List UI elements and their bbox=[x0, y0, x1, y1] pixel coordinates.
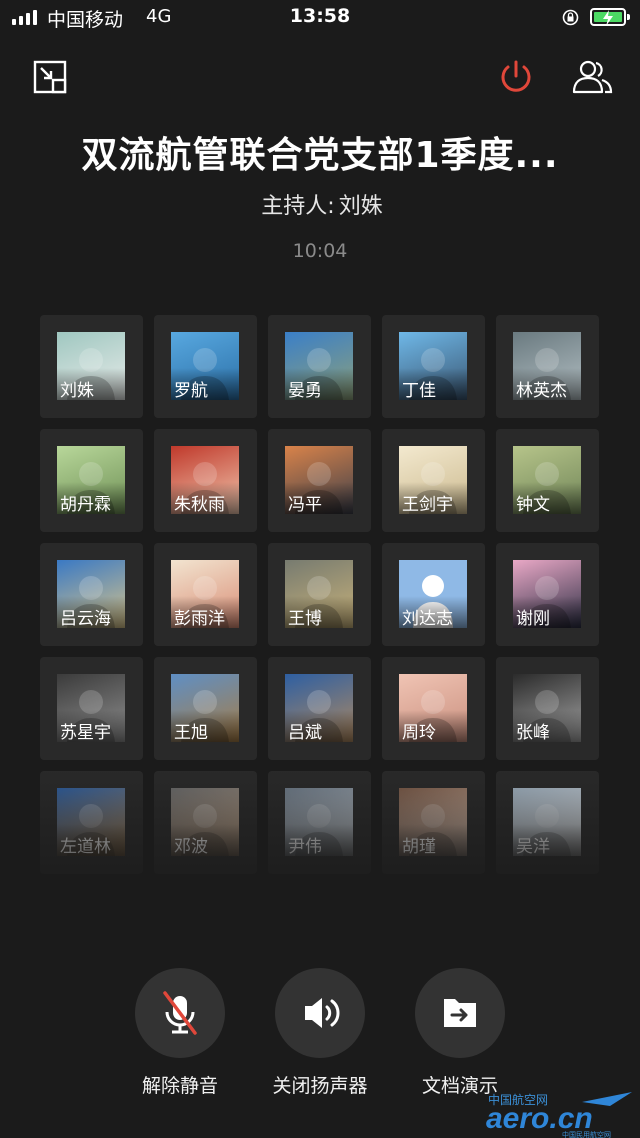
participant-tile[interactable]: 谢刚 bbox=[496, 543, 599, 646]
participant-tile[interactable]: 王博 bbox=[268, 543, 371, 646]
participant-tile[interactable]: 周玲 bbox=[382, 657, 485, 760]
participant-name: 王剑宇 bbox=[402, 495, 453, 515]
participant-name: 冯平 bbox=[288, 495, 322, 515]
participant-tile[interactable]: 苏星宇 bbox=[40, 657, 143, 760]
minimize-window-icon[interactable] bbox=[33, 60, 67, 94]
participant-name: 苏星宇 bbox=[60, 723, 111, 743]
participant-name: 刘姝 bbox=[60, 381, 94, 401]
meeting-host: 主持人: 刘姝 bbox=[0, 188, 640, 220]
folder-share-icon bbox=[444, 999, 476, 1027]
participant-name: 吕云海 bbox=[60, 609, 111, 629]
participant-tile[interactable]: 尹伟 bbox=[268, 771, 371, 874]
participant-name: 胡丹霖 bbox=[60, 495, 111, 515]
muted-mic-icon bbox=[163, 991, 197, 1035]
participant-tile[interactable]: 邓波 bbox=[154, 771, 257, 874]
participant-tile[interactable]: 吕云海 bbox=[40, 543, 143, 646]
participant-tile[interactable]: 刘姝 bbox=[40, 315, 143, 418]
participant-name: 张峰 bbox=[516, 723, 550, 743]
participant-name: 林英杰 bbox=[516, 381, 567, 401]
participant-tile[interactable]: 吕斌 bbox=[268, 657, 371, 760]
meeting-title: 双流航管联合党支部1季度... bbox=[81, 135, 559, 176]
battery-icon bbox=[590, 8, 630, 26]
status-bar: 中国移动 4G 13:58 bbox=[0, 0, 640, 36]
participant-tile[interactable]: 吴洋 bbox=[496, 771, 599, 874]
participant-name: 彭雨洋 bbox=[174, 609, 225, 629]
speaker-off-label: 关闭扬声器 bbox=[272, 1075, 368, 1097]
participant-name: 钟文 bbox=[516, 495, 550, 515]
participant-tile[interactable]: 王剑宇 bbox=[382, 429, 485, 532]
participant-name: 周玲 bbox=[402, 723, 436, 743]
participant-tile[interactable]: 王旭 bbox=[154, 657, 257, 760]
participant-name: 尹伟 bbox=[288, 837, 322, 857]
unmute-label: 解除静音 bbox=[141, 1075, 218, 1097]
participant-name: 丁佳 bbox=[402, 381, 436, 401]
participant-tile[interactable]: 晏勇 bbox=[268, 315, 371, 418]
participant-name: 王博 bbox=[288, 609, 322, 629]
participant-tile[interactable]: 张峰 bbox=[496, 657, 599, 760]
host-label: 主持人: bbox=[261, 194, 335, 219]
status-time: 13:58 bbox=[289, 5, 351, 27]
participant-tile[interactable]: 胡瑾 bbox=[382, 771, 485, 874]
participant-name: 罗航 bbox=[174, 381, 208, 401]
participant-tile[interactable]: 左道林 bbox=[40, 771, 143, 874]
participant-name: 朱秋雨 bbox=[174, 495, 225, 515]
aero-cn-watermark-logo: 中国航空网 aero.cn 中国民用航空网 bbox=[486, 1092, 632, 1138]
svg-text:aero.cn: aero.cn bbox=[486, 1102, 593, 1135]
participant-tile[interactable]: 彭雨洋 bbox=[154, 543, 257, 646]
participant-tile[interactable]: 罗航 bbox=[154, 315, 257, 418]
participants-icon[interactable] bbox=[570, 58, 614, 96]
participant-tile[interactable]: 钟文 bbox=[496, 429, 599, 532]
participant-name: 晏勇 bbox=[288, 381, 322, 401]
doc-share-button[interactable] bbox=[415, 968, 505, 1058]
participant-tile[interactable]: 朱秋雨 bbox=[154, 429, 257, 532]
participant-name: 刘达志 bbox=[402, 609, 453, 629]
participant-name: 邓波 bbox=[174, 837, 208, 857]
participant-tile[interactable]: 冯平 bbox=[268, 429, 371, 532]
meeting-timer: 10:04 bbox=[292, 240, 348, 262]
unmute-button[interactable] bbox=[135, 968, 225, 1058]
speaker-icon bbox=[305, 998, 340, 1028]
participant-tile[interactable]: 胡丹霖 bbox=[40, 429, 143, 532]
rotation-lock-icon bbox=[562, 9, 579, 26]
participant-name: 谢刚 bbox=[516, 609, 550, 629]
svg-text:中国民用航空网: 中国民用航空网 bbox=[562, 1130, 611, 1138]
host-name: 刘姝 bbox=[338, 194, 383, 219]
participant-name: 左道林 bbox=[60, 837, 111, 857]
participant-tile[interactable]: 林英杰 bbox=[496, 315, 599, 418]
end-meeting-power-icon[interactable] bbox=[497, 58, 535, 96]
participant-name: 王旭 bbox=[174, 723, 208, 743]
speaker-off-button[interactable] bbox=[275, 968, 365, 1058]
participant-name: 胡瑾 bbox=[402, 837, 436, 857]
participant-tile[interactable]: 刘达志 bbox=[382, 543, 485, 646]
participant-name: 吴洋 bbox=[516, 837, 550, 857]
participant-name: 吕斌 bbox=[288, 723, 322, 743]
participant-tile[interactable]: 丁佳 bbox=[382, 315, 485, 418]
